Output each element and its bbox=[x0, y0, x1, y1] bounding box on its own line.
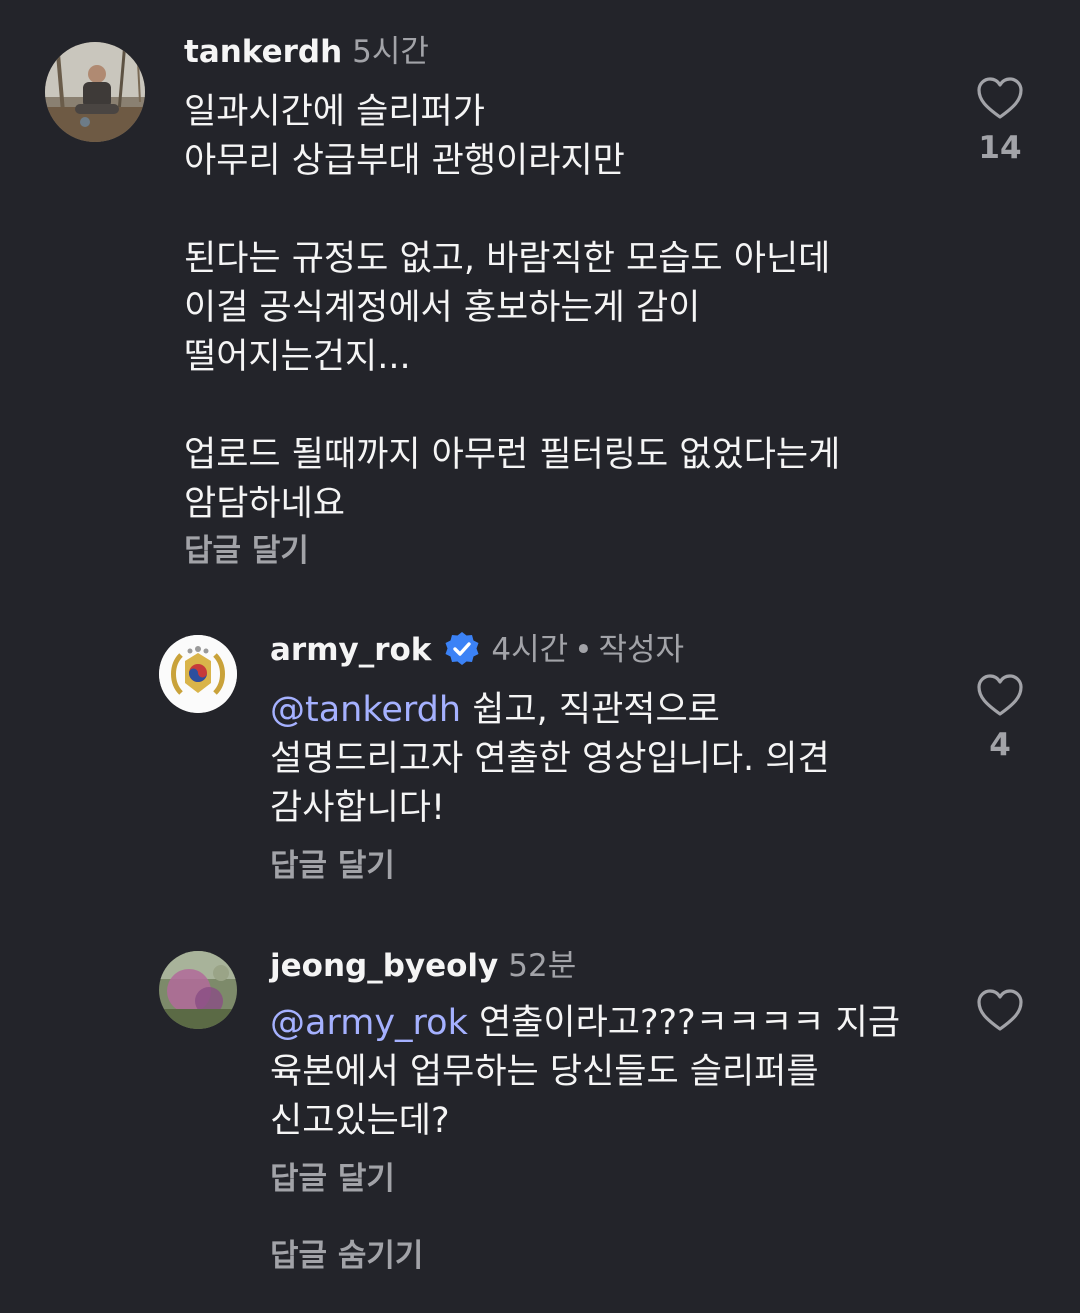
mention-link[interactable]: @army_rok bbox=[270, 1003, 468, 1043]
comment-header: jeong_byeoly 52분 bbox=[270, 946, 576, 986]
reply-button[interactable]: 답글 달기 bbox=[270, 1159, 395, 1199]
comment-text: @army_rok 연출이라고???ㅋㅋㅋㅋ 지금 육본에서 업무하는 당신들도… bbox=[270, 999, 950, 1146]
username[interactable]: jeong_byeoly bbox=[270, 948, 498, 984]
timestamp: 52분 bbox=[508, 948, 577, 984]
avatar[interactable] bbox=[159, 951, 237, 1029]
heart-outline-icon bbox=[977, 989, 1023, 1031]
hide-replies-button[interactable]: 답글 숨기기 bbox=[270, 1236, 423, 1276]
like-button[interactable] bbox=[970, 988, 1030, 1040]
comment-jeong-byeoly: jeong_byeoly 52분 @army_rok 연출이라고???ㅋㅋㅋㅋ 지… bbox=[0, 0, 1080, 1220]
user-photo-avatar bbox=[159, 951, 237, 1029]
